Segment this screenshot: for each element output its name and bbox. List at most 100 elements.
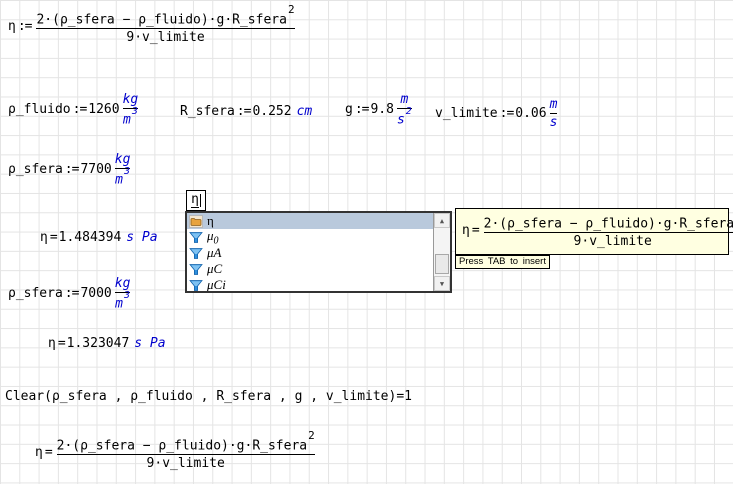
scroll-up-button[interactable]: ▲ [434,213,450,228]
unit-numerator: kg [123,92,139,107]
result-units: s Pa [126,230,157,245]
equation-result-1[interactable]: η=1.484394 s Pa [40,230,158,245]
recent-icon [189,215,203,228]
clear-expression: Clear(ρ_sfera , ρ_fluido , R_sfera , g ,… [5,389,412,404]
autocomplete-item-eta[interactable]: η [187,213,433,229]
unit-funnel-icon [189,263,203,276]
unit-denominator: s2 [397,110,412,127]
numerator: 2·(ρ_sfera − ρ_fluido)·g·R_sfera2 [484,212,733,231]
value: 0.06 [515,106,546,121]
exponent: 2 [288,3,295,16]
autocomplete-item-muCi[interactable]: μCi [187,277,433,291]
numerator: 2·(ρ_sfera − ρ_fluido)·g·R_sfera2 [36,8,294,27]
unit-fraction: kg m3 [115,152,131,187]
autocomplete-item-mu0[interactable]: μ0 [187,229,433,245]
equals-operator: = [50,230,57,245]
equals-operator: = [58,336,65,351]
text-cursor [200,194,201,207]
dropdown-scrollbar[interactable]: ▲ ▼ [433,213,450,291]
autocomplete-item-muC[interactable]: μC [187,261,433,277]
worksheet-canvas[interactable]: η := 2·(ρ_sfera − ρ_fluido)·g·R_sfera2 9·… [0,0,733,484]
press-tab-hint: Press TAB to insert [455,255,550,269]
item-label: μA [207,245,221,261]
unit-fraction: m s [550,97,558,130]
unit-funnel-icon [189,247,203,260]
var-name: ρ_sfera [8,286,63,301]
assign-operator: := [73,102,87,117]
unit-funnel-icon [189,231,203,244]
item-label: μ0 [207,228,219,247]
value: 9.8 [370,102,393,117]
value: 7000 [80,286,111,301]
denominator: 9·v_limite [147,456,225,471]
unit-denominator: m3 [123,110,138,127]
unit-fraction: kg m3 [115,276,131,311]
fraction: 2·(ρ_sfera − ρ_fluido)·g·R_sfera2 9·v_li… [484,212,733,249]
unit-numerator: kg [115,276,131,291]
scroll-down-button[interactable]: ▼ [434,276,450,291]
scrollbar-track[interactable] [434,228,450,276]
var-name: R_sfera [180,104,235,119]
hint-text: Press TAB to insert [459,256,546,267]
equation-rho-sfera-2[interactable]: ρ_sfera:=7000 kg m3 [8,276,133,311]
equation-rho-fluido[interactable]: ρ_fluido:=1260 kg m3 [8,92,141,127]
eta-lhs: η [40,230,48,245]
unit-fraction: kg m3 [123,92,139,127]
var-name: g [345,102,353,117]
fraction-bar [57,454,315,455]
unit-denominator: s [550,115,558,130]
exponent: 2 [308,429,315,442]
item-label: μCi [207,277,226,291]
assign-operator: := [65,286,79,301]
var-name: v_limite [435,106,498,121]
value: 0.252 [252,104,291,119]
eta-lhs: η [8,19,16,34]
equation-v-limite[interactable]: v_limite:=0.06 m s [435,97,560,130]
eta-lhs: η [462,223,470,238]
assign-operator: := [355,102,369,117]
numerator: 2·(ρ_sfera − ρ_fluido)·g·R_sfera2 [57,434,315,453]
value: 1.484394 [59,230,122,245]
autocomplete-dropdown: η μ0 μA μC [185,211,452,293]
unit-fraction: m s2 [397,92,412,127]
edit-box-value: η [191,193,199,208]
item-label: μC [207,261,222,277]
result-units: s Pa [134,336,165,351]
equation-eta-bottom[interactable]: η= 2·(ρ_sfera − ρ_fluido)·g·R_sfera2 9·v… [35,434,318,471]
value: 1.323047 [67,336,130,351]
unit-funnel-icon [189,279,203,292]
fraction: 2·(ρ_sfera − ρ_fluido)·g·R_sfera2 9·v_li… [36,8,294,45]
equals-operator: = [45,445,52,460]
eta-lhs: η [48,336,56,351]
value: 1260 [88,102,119,117]
assign-operator: := [500,106,514,121]
assign-operator: := [65,162,79,177]
unit-numerator: m [550,97,558,112]
equation-rho-sfera-1[interactable]: ρ_sfera:=7700 kg m3 [8,152,133,187]
equals-operator: = [472,223,479,238]
var-name: ρ_fluido [8,102,71,117]
autocomplete-item-muA[interactable]: μA [187,245,433,261]
equation-eta-definition[interactable]: η:= 2·(ρ_sfera − ρ_fluido)·g·R_sfera2 9·… [8,8,298,45]
denominator: 9·v_limite [574,234,652,249]
item-label: η [207,213,214,229]
equation-g[interactable]: g:=9.8 m s2 [345,92,415,127]
autocomplete-edit-box[interactable]: η [186,190,206,211]
assign-operator: := [237,104,251,119]
unit-numerator: m [400,92,408,107]
unit-denominator: m3 [115,170,130,187]
var-name: ρ_sfera [8,162,63,177]
eta-lhs: η [35,445,43,460]
scrollbar-thumb[interactable] [435,254,449,274]
autocomplete-list: η μ0 μA μC [187,213,433,291]
fraction-bar [550,113,558,114]
fraction-bar [484,232,733,233]
equation-r-sfera[interactable]: R_sfera:=0.252 cm [180,104,312,119]
unit: cm [297,104,313,119]
fraction: 2·(ρ_sfera − ρ_fluido)·g·R_sfera2 9·v_li… [57,434,315,471]
equation-clear[interactable]: Clear(ρ_sfera , ρ_fluido , R_sfera , g ,… [5,389,412,404]
autocomplete-preview-tooltip: η= 2·(ρ_sfera − ρ_fluido)·g·R_sfera2 9·v… [455,208,729,255]
denominator: 9·v_limite [126,30,204,45]
fraction-bar [36,28,294,29]
equation-result-2[interactable]: η=1.323047 s Pa [48,336,166,351]
